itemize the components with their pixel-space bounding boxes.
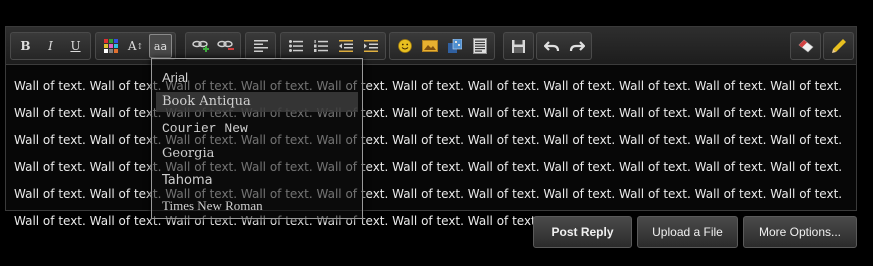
font-size-arrows: ↕ (136, 41, 144, 51)
editor-toolbar: B I U A ↕ aa (6, 27, 856, 65)
post-reply-button[interactable]: Post Reply (533, 216, 632, 248)
align-left-icon (253, 40, 268, 52)
bulleted-list-button[interactable] (284, 34, 307, 58)
editor-content[interactable]: Wall of text. Wall of text. Wall of text… (14, 73, 850, 235)
pencil-icon (831, 39, 846, 53)
redo-button[interactable] (565, 34, 588, 58)
save-draft-button[interactable] (507, 34, 530, 58)
insert-link-button[interactable] (189, 34, 212, 58)
link-group (185, 32, 241, 60)
code-block-icon (472, 38, 487, 54)
remove-link-button[interactable] (214, 34, 237, 58)
font-option-georgia[interactable]: Georgia (156, 144, 358, 164)
link-add-icon (191, 40, 209, 52)
text-color-button[interactable] (99, 34, 122, 58)
font-option-book-antiqua[interactable]: Book Antiqua (156, 92, 358, 112)
font-size-icon: A (127, 39, 137, 53)
font-family-icon-alt: a (160, 39, 168, 53)
rich-text-editor: B I U A ↕ aa Wall of text. Wall of text.… (5, 26, 857, 228)
style-group: A ↕ aa (95, 32, 176, 60)
insert-image-button[interactable] (418, 34, 441, 58)
numbered-list-button[interactable] (309, 34, 332, 58)
toggle-mode-group (823, 32, 854, 60)
floppy-disk-icon (512, 39, 525, 53)
remove-formatting-button[interactable] (794, 34, 817, 58)
redo-icon (569, 41, 585, 52)
upload-file-button[interactable]: Upload a File (637, 216, 738, 248)
font-size-button[interactable]: A ↕ (124, 34, 147, 58)
indent-button[interactable] (359, 34, 382, 58)
eraser-icon (798, 39, 813, 53)
media-icon (447, 39, 462, 53)
smilies-button[interactable] (393, 34, 416, 58)
undo-button[interactable] (540, 34, 563, 58)
undo-icon (543, 41, 559, 52)
image-icon (421, 40, 438, 52)
history-group (536, 32, 592, 60)
align-group (245, 32, 276, 60)
underline-button[interactable]: U (64, 34, 87, 58)
align-left-button[interactable] (249, 34, 272, 58)
italic-button[interactable]: I (39, 34, 62, 58)
more-options-button[interactable]: More Options... (743, 216, 857, 248)
bold-button[interactable]: B (14, 34, 37, 58)
save-group (503, 32, 534, 60)
font-family-menu: Arial Book Antiqua Courier New Georgia T… (151, 58, 363, 219)
font-option-courier-new[interactable]: Courier New (156, 119, 358, 139)
numbered-list-icon (313, 40, 328, 52)
indent-icon (363, 40, 378, 52)
remove-format-group (790, 32, 821, 60)
bullet-list-icon (288, 40, 303, 52)
list-group (280, 32, 386, 60)
font-option-arial[interactable]: Arial (156, 68, 358, 88)
insert-code-button[interactable] (468, 34, 491, 58)
font-option-times-new-roman[interactable]: Times New Roman (156, 196, 358, 216)
insert-group (389, 32, 495, 60)
formatting-group: B I U (10, 32, 91, 60)
font-option-tahoma[interactable]: Tahoma (156, 171, 358, 191)
color-palette-icon (103, 39, 118, 53)
outdent-button[interactable] (334, 34, 357, 58)
outdent-icon (338, 40, 353, 52)
toggle-source-button[interactable] (827, 34, 850, 58)
font-family-button[interactable]: aa (149, 34, 172, 58)
insert-media-button[interactable] (443, 34, 466, 58)
link-remove-icon (216, 40, 234, 50)
smiley-icon (397, 39, 412, 53)
